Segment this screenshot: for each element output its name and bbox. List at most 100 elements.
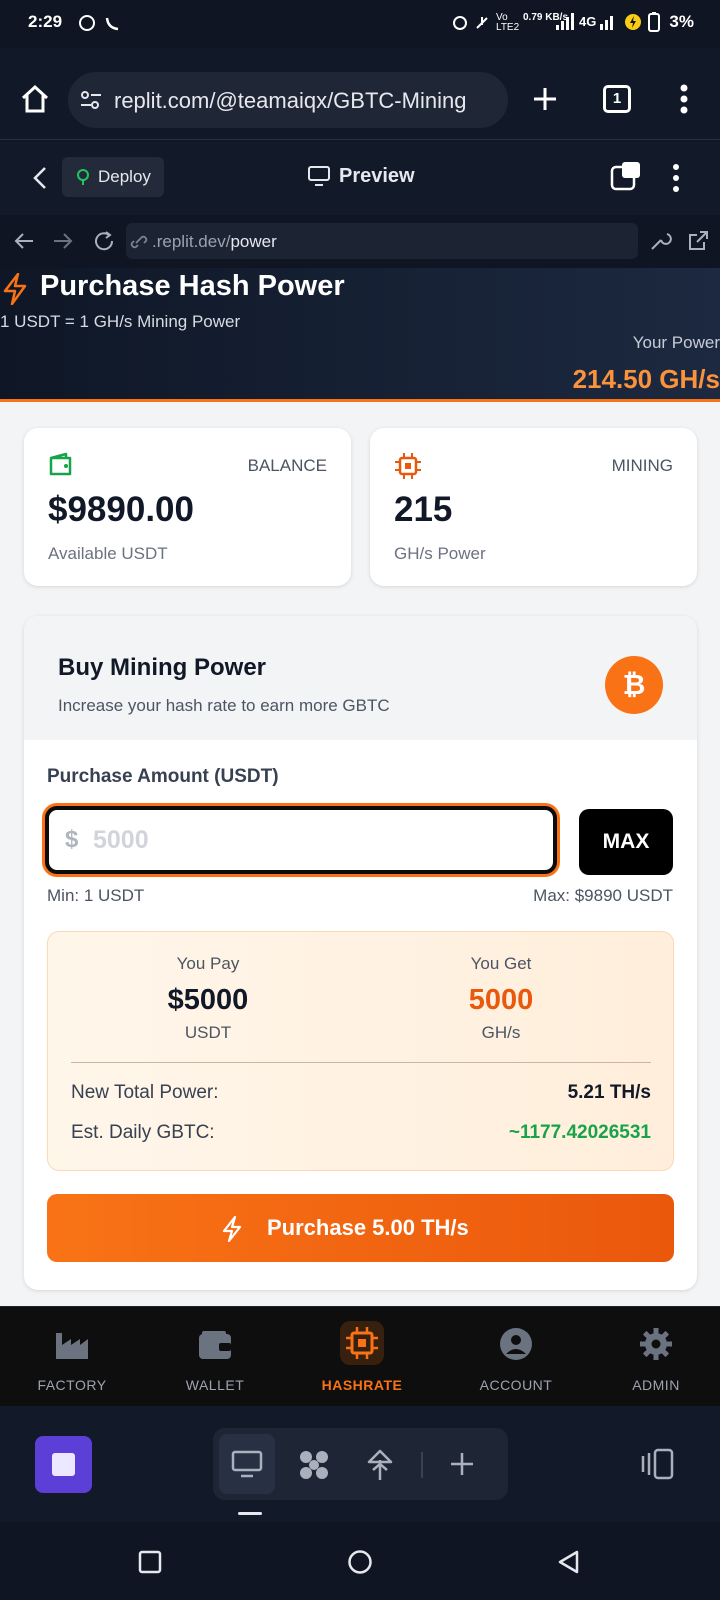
preview-url-domain: .replit.dev/	[152, 232, 231, 251]
preview-url-path: power	[230, 232, 277, 251]
chip-icon	[346, 1327, 378, 1359]
daily-gbtc-label: Est. Daily GBTC:	[71, 1122, 215, 1143]
network-type: 4G	[579, 14, 597, 29]
balance-value: $9890.00	[48, 490, 194, 529]
battery-percent: 3%	[669, 12, 694, 31]
nav-label-account: ACCOUNT	[479, 1377, 553, 1393]
wallet-icon	[199, 1331, 231, 1359]
mute-icon	[476, 17, 488, 29]
nav-hashrate[interactable]: HASHRATE	[302, 1307, 422, 1407]
split-view-icon[interactable]	[610, 161, 642, 193]
new-tab-icon[interactable]	[532, 86, 558, 112]
your-power-label: Your Power	[632, 333, 720, 352]
monitor-icon	[308, 166, 330, 186]
buy-card-header: Buy Mining Power Increase your hash rate…	[24, 616, 697, 740]
bitcoin-icon: ₿	[605, 656, 663, 714]
deploy-tree-icon[interactable]	[365, 1448, 395, 1482]
bottom-nav: FACTORY WALLET HASHRATE ACCOUNT ADMIN	[0, 1306, 720, 1406]
new-total-row: New Total Power: 5.21 TH/s	[71, 1082, 651, 1104]
call-forward-icon	[105, 17, 119, 31]
you-pay-unit: USDT	[184, 1023, 232, 1042]
preview-address-bar: .replit.dev/power	[0, 215, 720, 268]
recent-apps-icon[interactable]	[138, 1550, 162, 1574]
max-button[interactable]: MAX	[579, 809, 673, 875]
summary-divider	[71, 1062, 651, 1063]
lightning-icon	[3, 273, 27, 305]
you-pay-column: You Pay $5000 USDT	[108, 954, 308, 1043]
buy-subtitle: Increase your hash rate to earn more GBT…	[58, 696, 390, 715]
whatsapp-icon	[79, 15, 95, 31]
new-total-value: 5.21 TH/s	[567, 1082, 651, 1103]
replit-menu-icon[interactable]	[672, 163, 680, 193]
lightning-icon	[222, 1216, 242, 1242]
page-subtitle: 1 USDT = 1 GH/s Mining Power	[0, 312, 241, 331]
purchase-button[interactable]: Purchase 5.00 TH/s	[47, 1194, 674, 1262]
nav-wallet[interactable]: WALLET	[155, 1307, 275, 1407]
deploy-button[interactable]: Deploy	[62, 157, 164, 197]
nav-factory[interactable]: FACTORY	[12, 1307, 132, 1407]
alarm-icon	[453, 16, 467, 30]
devtools-wrench-icon[interactable]	[648, 229, 672, 253]
buy-power-card: Buy Mining Power Increase your hash rate…	[24, 616, 697, 1290]
you-get-value: 5000	[468, 984, 534, 1016]
min-amount-text: Min: 1 USDT	[47, 886, 145, 905]
home-icon[interactable]	[20, 84, 50, 114]
you-pay-label: You Pay	[176, 954, 240, 973]
status-time: 2:29	[28, 12, 63, 31]
balance-sub: Available USDT	[48, 544, 168, 563]
nav-label-hashrate: HASHRATE	[321, 1377, 403, 1393]
back-button-icon[interactable]	[556, 1549, 580, 1575]
nav-forward-icon[interactable]	[52, 231, 74, 251]
battery-saver-icon	[625, 14, 641, 30]
preview-monitor-icon[interactable]	[231, 1450, 263, 1478]
page-hero: Purchase Hash Power 1 USDT = 1 GH/s Mini…	[0, 268, 720, 402]
stop-icon	[52, 1453, 75, 1476]
replit-toolbar	[0, 1406, 720, 1522]
back-chevron-icon[interactable]	[32, 166, 48, 190]
you-get-label: You Get	[470, 954, 532, 973]
home-button-icon[interactable]	[347, 1549, 373, 1575]
amount-input[interactable]	[93, 820, 533, 860]
amount-label: Purchase Amount (USDT)	[47, 766, 279, 787]
max-amount-text: Max: $9890 USDT	[533, 886, 673, 905]
add-tool-icon[interactable]	[449, 1451, 475, 1477]
open-external-icon[interactable]	[686, 229, 710, 253]
stop-button[interactable]	[35, 1436, 92, 1493]
you-get-unit: GH/s	[481, 1023, 521, 1042]
nav-label-factory: FACTORY	[37, 1377, 107, 1393]
url-bar[interactable]: replit.com/@teamaiqx/GBTC-Mining	[68, 72, 508, 128]
page-content: Purchase Hash Power 1 USDT = 1 GH/s Mini…	[0, 268, 720, 1306]
browser-toolbar: replit.com/@teamaiqx/GBTC-Mining 1	[0, 48, 720, 140]
layout-toggle-icon[interactable]	[640, 1448, 674, 1480]
gear-icon	[640, 1328, 672, 1360]
purchase-label: Purchase 5.00 TH/s	[267, 1215, 469, 1240]
tool-group	[213, 1428, 508, 1500]
user-circle-icon	[500, 1328, 532, 1360]
currency-symbol: $	[65, 826, 79, 853]
wallet-icon	[49, 452, 72, 476]
mining-value: 215	[394, 490, 453, 529]
nav-account[interactable]: ACCOUNT	[456, 1307, 576, 1407]
balance-card: BALANCE $9890.00 Available USDT	[24, 428, 351, 586]
site-settings-icon[interactable]	[80, 90, 102, 110]
nav-back-icon[interactable]	[13, 231, 35, 251]
amount-input-wrapper[interactable]: $	[45, 806, 557, 874]
volte-icon: Vo LTE2	[496, 12, 520, 33]
nav-label-wallet: WALLET	[185, 1377, 245, 1393]
nav-label-admin: ADMIN	[632, 1377, 680, 1393]
preview-title: Preview	[339, 165, 415, 187]
chip-icon	[395, 453, 421, 479]
you-pay-value: $5000	[167, 984, 249, 1016]
daily-gbtc-value: ~1177.42026531	[508, 1122, 651, 1143]
mining-label: MINING	[611, 456, 673, 475]
nav-admin[interactable]: ADMIN	[596, 1307, 716, 1407]
preview-url-field[interactable]: .replit.dev/power	[126, 223, 638, 259]
reload-icon[interactable]	[92, 229, 116, 253]
link-icon	[130, 235, 148, 249]
agent-icon[interactable]	[297, 1448, 331, 1482]
daily-gbtc-row: Est. Daily GBTC: ~1177.42026531	[71, 1122, 651, 1144]
browser-menu-icon[interactable]	[680, 84, 688, 114]
tab-switcher-button[interactable]: 1	[603, 85, 631, 113]
factory-icon	[56, 1333, 88, 1359]
url-text: replit.com/@teamaiqx/GBTC-Mining	[114, 88, 467, 113]
